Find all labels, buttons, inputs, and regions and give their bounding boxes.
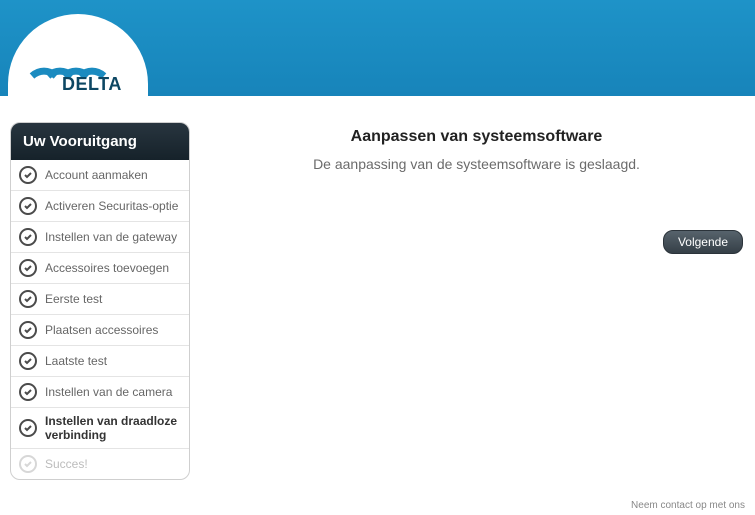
check-circle-icon: [19, 197, 37, 215]
main-panel: Aanpassen van systeemsoftware De aanpass…: [190, 122, 743, 172]
progress-step-label: Succes!: [45, 457, 88, 471]
progress-step: Activeren Securitas-optie: [11, 190, 189, 221]
progress-step: Laatste test: [11, 345, 189, 376]
check-circle-icon: [19, 321, 37, 339]
progress-step: Accessoires toevoegen: [11, 252, 189, 283]
progress-step-label: Activeren Securitas-optie: [45, 199, 178, 213]
brand-name: DELTA: [62, 74, 122, 95]
check-circle-icon: [19, 352, 37, 370]
check-circle-icon: [19, 166, 37, 184]
check-circle-icon: [19, 290, 37, 308]
progress-step: Instellen van de camera: [11, 376, 189, 407]
progress-step: Instellen van draadloze verbinding: [11, 407, 189, 448]
logo-container: DELTA: [8, 14, 148, 122]
check-circle-icon: [19, 419, 37, 437]
progress-step-label: Plaatsen accessoires: [45, 323, 158, 337]
progress-step: Succes!: [11, 448, 189, 479]
progress-step: Instellen van de gateway: [11, 221, 189, 252]
progress-step-label: Eerste test: [45, 292, 102, 306]
progress-step: Plaatsen accessoires: [11, 314, 189, 345]
next-button[interactable]: Volgende: [663, 230, 743, 254]
check-circle-icon: [19, 455, 37, 473]
header-banner: DELTA: [0, 0, 755, 96]
sidebar-title: Uw Vooruitgang: [11, 123, 189, 160]
progress-step-label: Laatste test: [45, 354, 107, 368]
status-message: De aanpassing van de systeemsoftware is …: [220, 156, 733, 172]
check-circle-icon: [19, 383, 37, 401]
progress-sidebar: Uw Vooruitgang Account aanmaken Activeren…: [10, 122, 190, 480]
progress-step-label: Account aanmaken: [45, 168, 148, 182]
progress-step-label: Instellen van de camera: [45, 385, 172, 399]
page-title: Aanpassen van systeemsoftware: [220, 128, 733, 146]
progress-step-label: Instellen van draadloze verbinding: [45, 414, 179, 442]
progress-step: Eerste test: [11, 283, 189, 314]
footer-contact-link[interactable]: Neem contact op met ons: [631, 500, 745, 511]
progress-step-label: Accessoires toevoegen: [45, 261, 169, 275]
check-circle-icon: [19, 228, 37, 246]
check-circle-icon: [19, 259, 37, 277]
progress-step-label: Instellen van de gateway: [45, 230, 177, 244]
progress-step: Account aanmaken: [11, 160, 189, 190]
